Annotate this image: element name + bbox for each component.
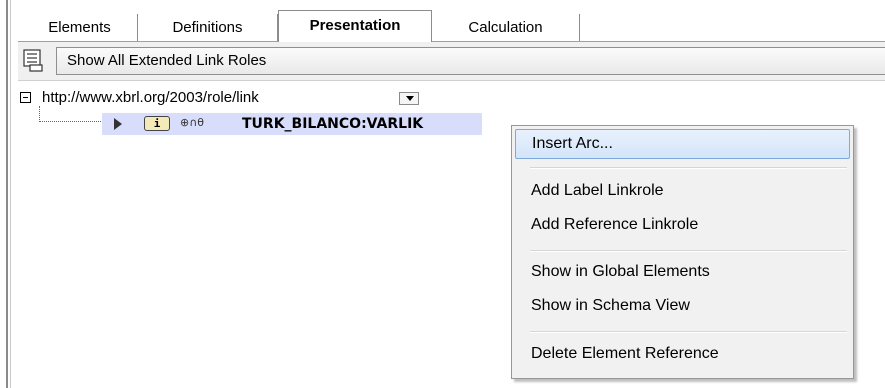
menu-item-show-in-schema-view[interactable]: Show in Schema View <box>515 291 850 321</box>
root-role-url: http://www.xbrl.org/2003/role/link <box>42 89 259 106</box>
menu-separator <box>530 331 847 333</box>
window-left-border <box>0 0 16 388</box>
menu-item-show-in-global-elements[interactable]: Show in Global Elements <box>515 257 850 287</box>
tab-calculation[interactable]: Calculation <box>432 14 580 41</box>
top-edge <box>16 0 885 10</box>
info-icon: i <box>144 116 170 131</box>
tab-definitions[interactable]: Definitions <box>138 14 278 41</box>
element-attributes-icons: ⊕∩θ <box>180 116 204 129</box>
tab-presentation[interactable]: Presentation <box>278 10 432 42</box>
expand-arrow-icon[interactable] <box>114 118 122 130</box>
context-menu: Insert Arc... Add Label Linkrole Add Ref… <box>511 125 854 379</box>
element-name[interactable]: TURK_BILANCO:VARLIK <box>242 114 482 134</box>
linkrole-list-icon[interactable] <box>22 48 44 72</box>
tree-connector-horizontal <box>39 121 101 122</box>
role-dropdown-icon[interactable] <box>399 92 419 105</box>
menu-item-add-reference-linkrole[interactable]: Add Reference Linkrole <box>515 210 850 240</box>
tree-connector-vertical <box>39 106 40 122</box>
menu-item-delete-element-reference[interactable]: Delete Element Reference <box>515 339 850 369</box>
show-extended-link-roles-button[interactable]: Show All Extended Link Roles <box>56 47 885 75</box>
tab-elements[interactable]: Elements <box>22 14 138 41</box>
menu-separator <box>530 167 847 169</box>
tree-collapse-toggle[interactable] <box>20 92 31 103</box>
menu-item-add-label-linkrole[interactable]: Add Label Linkrole <box>515 176 850 206</box>
menu-separator <box>530 250 847 252</box>
menu-item-insert-arc[interactable]: Insert Arc... <box>515 129 850 159</box>
